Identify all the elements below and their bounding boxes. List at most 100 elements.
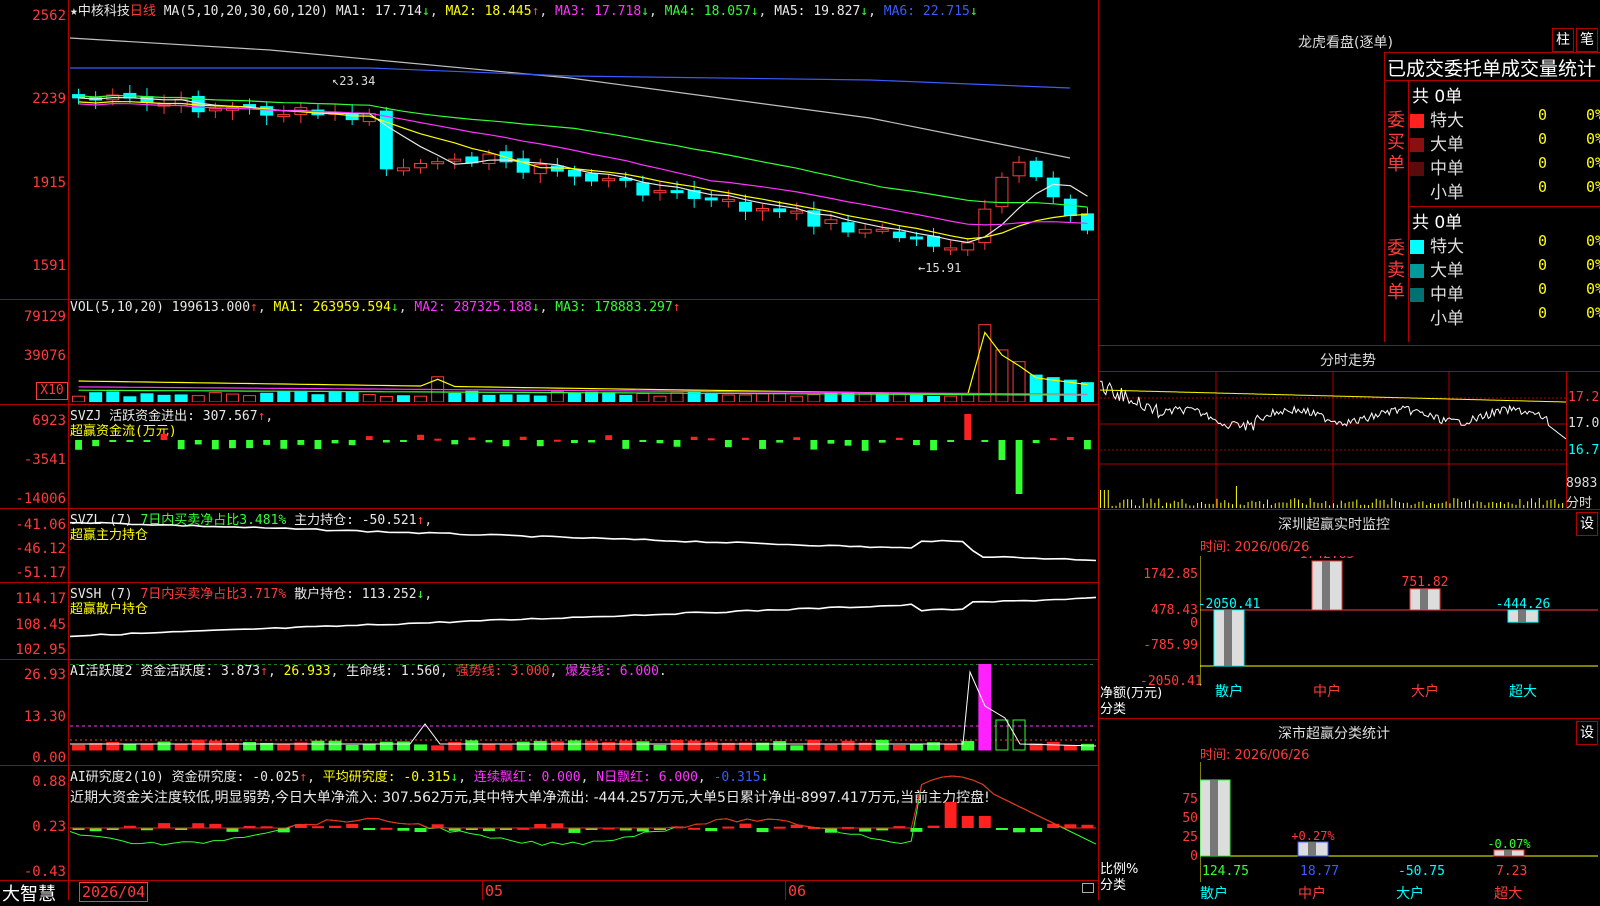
ai-research-chart[interactable] — [70, 770, 1096, 878]
intraday-vol-bar — [1232, 504, 1234, 508]
svzj-chart[interactable] — [70, 410, 1096, 506]
intraday-vol-bar — [1115, 505, 1117, 508]
flow-bar — [434, 438, 442, 441]
date-axis-06: 06 — [788, 882, 807, 900]
flow-bar — [827, 440, 835, 444]
classify-chart[interactable]: 124.75 散户 +0.27% 18.77 中户 -50.75 大户 -0.07% 7.23 超… — [1200, 762, 1598, 900]
intraday-vol-bar — [1523, 505, 1525, 508]
intraday-vol-bar — [1387, 504, 1389, 508]
buy-side-label: 委买单 — [1387, 110, 1405, 175]
ma3-line — [78, 102, 1088, 226]
intraday-vol-bar — [1162, 505, 1164, 508]
flow-bar — [519, 436, 527, 440]
tick-mode-button[interactable]: 笔 — [1576, 28, 1598, 52]
volume-bar — [379, 395, 393, 402]
flow-bar — [211, 440, 219, 450]
classify-title: 深市超赢分类统计 — [1278, 726, 1390, 742]
monitor-axis-4: -785.99 — [1143, 638, 1198, 653]
activity-bar — [516, 741, 530, 751]
research-bar — [311, 826, 324, 829]
activity-bar — [1046, 741, 1060, 751]
flow-bar — [75, 440, 82, 450]
intraday-vol-bar — [1193, 505, 1195, 508]
vol-chart[interactable] — [70, 318, 1096, 402]
order-size-label: 大单 — [1430, 261, 1464, 281]
svzl-axis-3: -51.17 — [15, 565, 66, 581]
activity-bar — [311, 740, 325, 751]
activity-bar — [328, 740, 342, 751]
ai-active-chart[interactable] — [70, 664, 1096, 764]
date-tick-06 — [785, 880, 786, 900]
intraday-vol-bar — [1457, 498, 1459, 508]
classify-bar-shade — [1210, 780, 1218, 856]
monitor-settings-button[interactable]: 设 — [1576, 512, 1598, 536]
flow-bar — [930, 440, 937, 451]
monitor-category-label: 散户 — [1215, 683, 1243, 700]
intraday-vol-bar — [1383, 499, 1385, 508]
volume-bar — [721, 394, 735, 402]
period-label[interactable]: 日线 — [130, 4, 156, 19]
flow-bar — [742, 437, 749, 440]
intraday-vol-bar — [1177, 501, 1179, 508]
intraday-vol-bar — [1499, 501, 1501, 508]
intraday-vol-bar — [1492, 501, 1494, 508]
color-swatch — [1410, 240, 1424, 254]
date-axis-05: 05 — [485, 882, 504, 900]
intraday-vol-bar — [1511, 503, 1513, 508]
research-bar — [705, 828, 718, 832]
flow-bar — [622, 440, 630, 449]
svsh-axis-3: 102.95 — [15, 642, 66, 658]
flow-bar — [588, 440, 595, 443]
volume-bar — [653, 395, 667, 402]
color-swatch — [1410, 312, 1424, 326]
intraday-vol-bar — [1352, 501, 1354, 508]
ma4-value: MA4: 18.057 — [664, 4, 751, 19]
flow-bar — [605, 435, 613, 440]
vol-unit[interactable]: X10 — [36, 382, 68, 400]
intraday-vol-bar — [1418, 501, 1420, 508]
research-bar — [1064, 824, 1077, 828]
order-size-label: 特大 — [1430, 237, 1464, 257]
activity-bar — [72, 744, 86, 751]
volume-bar — [362, 394, 376, 402]
color-swatch — [1410, 288, 1424, 302]
star-icon[interactable]: ★ — [70, 4, 78, 19]
candle-body — [841, 222, 855, 233]
classify-settings-button[interactable]: 设 — [1576, 721, 1598, 745]
research-bar — [534, 823, 547, 828]
kline-axis-2: 2239 — [32, 91, 66, 107]
svzl-chart[interactable] — [70, 510, 1096, 582]
candle-body — [448, 158, 462, 162]
candle-body — [721, 198, 735, 202]
ma6-value: MA6: 22.715 — [883, 4, 970, 19]
intraday-chart[interactable] — [1100, 372, 1566, 508]
intraday-vol-bar — [1103, 490, 1105, 508]
candle-body — [636, 182, 650, 196]
intraday-vol-value: 8983 — [1566, 476, 1598, 491]
volume-bar — [89, 392, 103, 402]
classify-category-label: 散户 — [1200, 885, 1228, 900]
date-tick-05 — [482, 880, 483, 900]
research-bar — [192, 823, 205, 828]
intraday-vol-bar — [1107, 490, 1109, 508]
intraday-vol-bar — [1476, 501, 1478, 508]
stock-name[interactable]: 中核科技 — [78, 4, 130, 19]
research-bar — [944, 802, 957, 828]
color-swatch — [1410, 138, 1424, 152]
intraday-vol-bar — [1111, 505, 1113, 508]
intraday-vol-bar — [1266, 499, 1268, 508]
kline-chart[interactable] — [70, 18, 1096, 296]
bar-mode-button[interactable]: 柱 — [1552, 28, 1574, 52]
monitor-chart[interactable]: -2050.41 散户 1742.85 中户 751.82 大户 -444.26 超大 — [1200, 556, 1598, 718]
flow-bar — [92, 440, 100, 447]
research-avg-line — [70, 775, 1096, 846]
svsh-chart[interactable] — [70, 584, 1096, 658]
intraday-vol-bar — [1142, 498, 1144, 508]
lock-icon[interactable] — [1082, 883, 1094, 893]
intraday-vol-bar — [1270, 504, 1272, 508]
volume-bar — [585, 391, 599, 402]
dragon-divider-2 — [1384, 80, 1600, 81]
order-count: 0 — [1538, 280, 1548, 298]
intraday-vol-bar — [1406, 502, 1408, 508]
monitor-bar-shade — [1322, 561, 1330, 610]
